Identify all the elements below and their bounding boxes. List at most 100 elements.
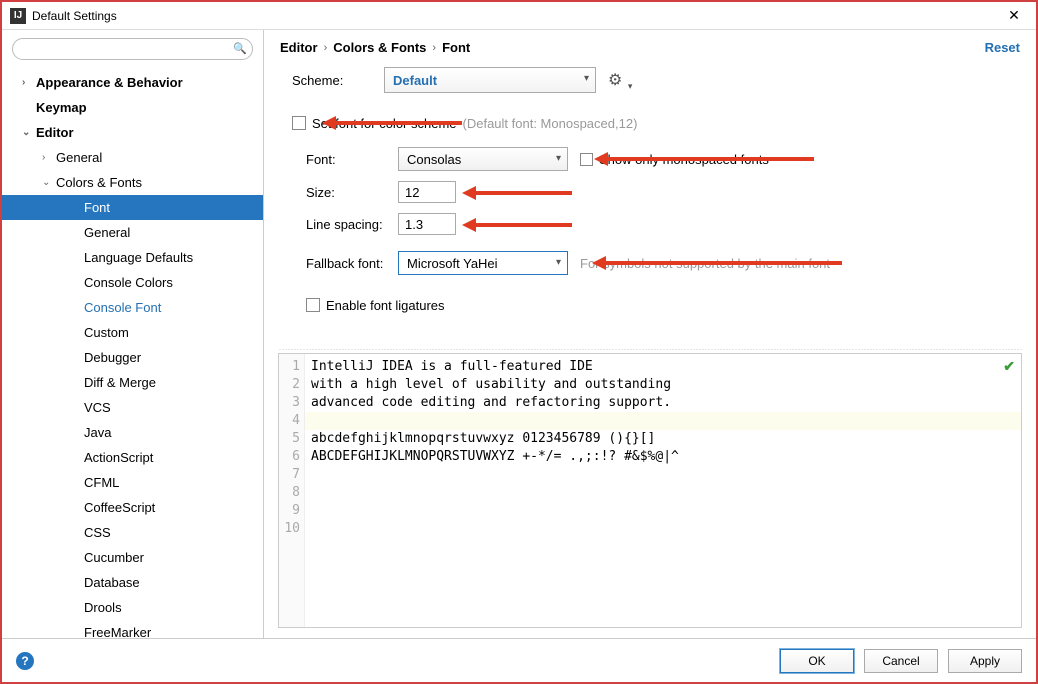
tree-item-label: Colors & Fonts	[56, 175, 142, 190]
tree-item[interactable]: VCS	[2, 395, 263, 420]
tree-item[interactable]: Console Font	[2, 295, 263, 320]
settings-window: IJ Default Settings ✕ 🔍 ›Appearance & Be…	[0, 0, 1038, 684]
monospaced-checkbox[interactable]	[580, 153, 593, 166]
tree-item[interactable]: FreeMarker	[2, 620, 263, 638]
chevron-down-icon: ▾	[556, 153, 561, 164]
tree-arrow-icon: ⌄	[22, 127, 36, 138]
sidebar: 🔍 ›Appearance & BehaviorKeymap⌄Editor›Ge…	[2, 30, 264, 638]
preview-text[interactable]: IntelliJ IDEA is a full-featured IDEwith…	[305, 354, 1021, 627]
tree-item-label: Database	[84, 575, 140, 590]
line-spacing-input[interactable]	[398, 213, 456, 235]
tree-item[interactable]: Cucumber	[2, 545, 263, 570]
font-preview: 12345678910 IntelliJ IDEA is a full-feat…	[278, 353, 1022, 628]
gear-icon[interactable]: ⚙	[608, 70, 622, 90]
footer: ? OK Cancel Apply	[2, 638, 1036, 682]
crumb-font: Font	[442, 40, 470, 55]
tree-item[interactable]: Diff & Merge	[2, 370, 263, 395]
reset-link[interactable]: Reset	[985, 40, 1020, 55]
tree-item-label: Debugger	[84, 350, 141, 365]
tree-arrow-icon: ›	[42, 152, 56, 163]
cancel-button[interactable]: Cancel	[864, 649, 938, 673]
tree-item-label: Console Colors	[84, 275, 173, 290]
tree-item[interactable]: ⌄Editor	[2, 120, 263, 145]
set-font-checkbox[interactable]	[292, 116, 306, 130]
font-value: Consolas	[407, 152, 461, 167]
breadcrumb: Editor › Colors & Fonts › Font Reset	[264, 30, 1036, 67]
tree-item-label: Editor	[36, 125, 74, 140]
tree-item[interactable]: Java	[2, 420, 263, 445]
size-input[interactable]	[398, 181, 456, 203]
tree-arrow-icon: ›	[22, 77, 36, 88]
scheme-select[interactable]: Default ▾	[384, 67, 596, 93]
chevron-right-icon: ›	[324, 42, 328, 54]
tree-item[interactable]: ⌄Colors & Fonts	[2, 170, 263, 195]
tree-item-label: General	[56, 150, 102, 165]
crumb-colors-fonts: Colors & Fonts	[333, 40, 426, 55]
search-input[interactable]	[12, 38, 253, 60]
tree-item[interactable]: Drools	[2, 595, 263, 620]
monospaced-checkbox-row: Show only monospaced fonts	[580, 152, 769, 167]
tree-item-label: CSS	[84, 525, 111, 540]
ligatures-checkbox[interactable]	[306, 298, 320, 312]
crumb-editor: Editor	[280, 40, 318, 55]
tree-item-label: Drools	[84, 600, 122, 615]
tree-item[interactable]: CoffeeScript	[2, 495, 263, 520]
tree-item[interactable]: ›General	[2, 145, 263, 170]
scheme-value: Default	[393, 73, 437, 88]
tree-item[interactable]: Language Defaults	[2, 245, 263, 270]
tree-item[interactable]: Custom	[2, 320, 263, 345]
tree-item-label: Appearance & Behavior	[36, 75, 183, 90]
tree-item-label: Java	[84, 425, 111, 440]
tree-item-label: Diff & Merge	[84, 375, 156, 390]
set-font-label: Set font for color scheme	[312, 116, 457, 131]
tree-item[interactable]: Debugger	[2, 345, 263, 370]
fallback-label: Fallback font:	[306, 256, 398, 271]
tree-item[interactable]: ›Appearance & Behavior	[2, 70, 263, 95]
tree-item-label: Keymap	[36, 100, 87, 115]
scheme-label: Scheme:	[292, 73, 384, 88]
tree-item-label: FreeMarker	[84, 625, 151, 638]
fallback-select[interactable]: Microsoft YaHei ▾	[398, 251, 568, 275]
set-font-hint: (Default font: Monospaced,12)	[463, 116, 638, 131]
close-icon[interactable]: ✕	[994, 3, 1034, 29]
font-label: Font:	[306, 152, 398, 167]
tree-item[interactable]: ActionScript	[2, 445, 263, 470]
titlebar: IJ Default Settings ✕	[2, 2, 1036, 30]
tree-item[interactable]: Console Colors	[2, 270, 263, 295]
tree-item[interactable]: CSS	[2, 520, 263, 545]
chevron-down-icon: ▾	[584, 73, 589, 84]
apply-button[interactable]: Apply	[948, 649, 1022, 673]
chevron-right-icon: ›	[432, 42, 436, 54]
settings-tree[interactable]: ›Appearance & BehaviorKeymap⌄Editor›Gene…	[2, 66, 263, 638]
tree-arrow-icon: ⌄	[42, 177, 56, 188]
tree-item-label: Custom	[84, 325, 129, 340]
annotation-arrow	[462, 218, 572, 232]
size-label: Size:	[306, 185, 398, 200]
tree-item[interactable]: CFML	[2, 470, 263, 495]
fallback-value: Microsoft YaHei	[407, 256, 498, 271]
line-spacing-label: Line spacing:	[306, 217, 398, 232]
monospaced-label: Show only monospaced fonts	[599, 152, 769, 167]
tree-item-label: Language Defaults	[84, 250, 193, 265]
tree-item-label: VCS	[84, 400, 111, 415]
tree-item[interactable]: Font	[2, 195, 263, 220]
ligatures-label: Enable font ligatures	[326, 298, 445, 313]
ok-button[interactable]: OK	[780, 649, 854, 673]
annotation-arrow	[462, 186, 572, 200]
splitter-grip[interactable]	[278, 345, 1022, 353]
tree-item-label: CoffeeScript	[84, 500, 155, 515]
content-pane: Editor › Colors & Fonts › Font Reset Sch…	[264, 30, 1036, 638]
fallback-hint: For symbols not supported by the main fo…	[580, 256, 830, 271]
tree-item-label: CFML	[84, 475, 119, 490]
tree-item-label: Console Font	[84, 300, 161, 315]
window-title: Default Settings	[32, 9, 994, 23]
font-select[interactable]: Consolas ▾	[398, 147, 568, 171]
help-icon[interactable]: ?	[16, 652, 34, 670]
gutter: 12345678910	[279, 354, 305, 627]
tree-item[interactable]: Database	[2, 570, 263, 595]
tree-item[interactable]: Keymap	[2, 95, 263, 120]
tree-item-label: General	[84, 225, 130, 240]
tree-item-label: Cucumber	[84, 550, 144, 565]
app-icon: IJ	[10, 8, 26, 24]
tree-item[interactable]: General	[2, 220, 263, 245]
